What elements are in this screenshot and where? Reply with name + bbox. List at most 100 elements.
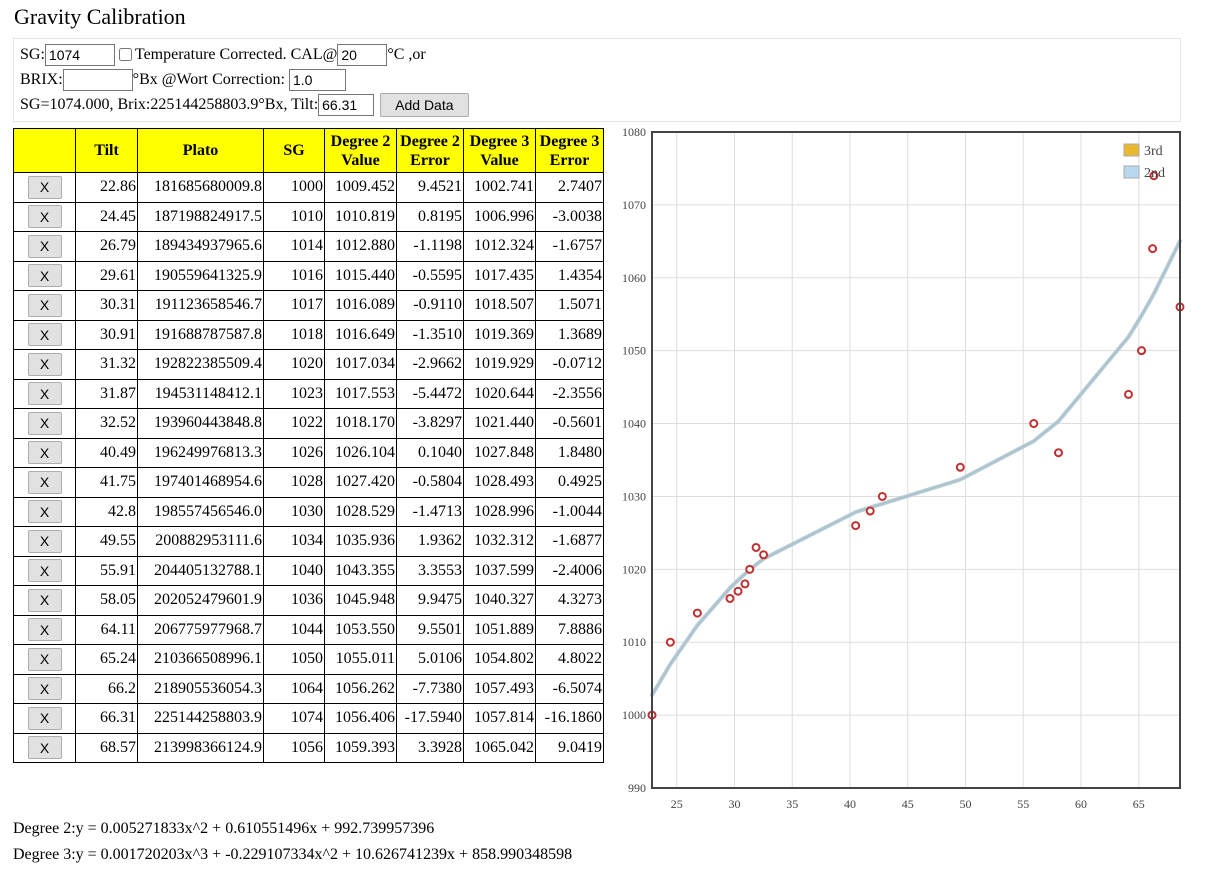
data-point	[740, 579, 750, 589]
calibration-table: Tilt Plato SG Degree 2 Value Degree 2 Er…	[13, 128, 604, 763]
wort-correction-input[interactable]	[288, 68, 346, 91]
remove-cell: X	[13, 260, 76, 291]
y-tick-label: 990	[628, 781, 646, 795]
cell-degree2-value: 1016.089	[324, 290, 397, 321]
cell-tilt: 58.05	[75, 585, 138, 616]
remove-row-button[interactable]: X	[27, 559, 62, 583]
remove-row-button[interactable]: X	[27, 264, 62, 288]
cell-plato: 192822385509.4	[137, 349, 264, 380]
x-tick-label: 60	[1075, 797, 1087, 811]
cell-plato: 200882953111.6	[137, 526, 264, 557]
sg-row: SG: Temperature Corrected. CAL@ °C ,or	[20, 42, 1180, 67]
cell-plato: 194531148412.1	[137, 378, 264, 409]
cell-plato: 187198824917.5	[137, 201, 264, 232]
remove-row-button[interactable]: X	[27, 175, 62, 199]
cell-sg: 1028	[263, 467, 325, 498]
cell-degree3-error: -16.1860	[535, 703, 604, 734]
cell-degree3-error: 0.4925	[535, 467, 604, 498]
page-title: Gravity Calibration	[14, 4, 186, 29]
cell-tilt: 68.57	[75, 732, 138, 763]
cell-plato: 197401468954.6	[137, 467, 264, 498]
plot-area	[652, 132, 1180, 788]
legend-label: 3rd	[1144, 144, 1163, 159]
cell-sg: 1018	[263, 319, 325, 350]
data-point	[759, 550, 769, 560]
brix-input[interactable]	[62, 68, 133, 91]
cell-degree3-error: -2.3556	[535, 378, 604, 409]
cell-sg: 1014	[263, 231, 325, 262]
remove-row-button[interactable]: X	[27, 441, 62, 465]
remove-row-button[interactable]: X	[27, 677, 62, 701]
cell-degree2-value: 1043.355	[324, 555, 397, 586]
remove-row-button[interactable]: X	[27, 234, 62, 258]
data-point	[745, 564, 755, 574]
remove-row-button[interactable]: X	[27, 411, 62, 435]
table-row: X 26.79 189434937965.6 1014 1012.880 -1.1198 1…	[13, 231, 604, 262]
temperature-unit: °C ,or	[387, 45, 426, 63]
cell-degree2-error: -1.4713	[396, 496, 464, 527]
cell-degree3-value: 1012.324	[463, 231, 536, 262]
cell-sg: 1030	[263, 496, 325, 527]
remove-row-button[interactable]: X	[27, 736, 62, 760]
remove-row-button[interactable]: X	[27, 470, 62, 494]
remove-row-button[interactable]: X	[27, 293, 62, 317]
data-point	[1148, 244, 1158, 254]
y-tick-label: 1000	[622, 708, 646, 722]
data-point	[1137, 346, 1147, 356]
cell-degree2-value: 1035.936	[324, 526, 397, 557]
header-degree2-value: Degree 2 Value	[324, 128, 397, 173]
cell-degree2-error: -0.5595	[396, 260, 464, 291]
cell-degree3-value: 1037.599	[463, 555, 536, 586]
cell-tilt: 65.24	[75, 644, 138, 675]
cell-degree2-value: 1012.880	[324, 231, 397, 262]
remove-row-button[interactable]: X	[27, 618, 62, 642]
calibration-temp-input[interactable]	[337, 43, 388, 66]
cell-degree3-error: 9.0419	[535, 732, 604, 763]
remove-row-button[interactable]: X	[27, 706, 62, 730]
cell-tilt: 31.32	[75, 349, 138, 380]
cell-sg: 1050	[263, 644, 325, 675]
table-row: X 24.45 187198824917.5 1010 1010.819 0.8195 10…	[13, 201, 604, 232]
cell-sg: 1034	[263, 526, 325, 557]
legend-swatch	[1123, 165, 1140, 179]
data-point	[955, 462, 965, 472]
cell-degree3-error: -1.6757	[535, 231, 604, 262]
data-point	[751, 542, 761, 552]
temperature-corrected-checkbox[interactable]	[118, 48, 132, 61]
cell-tilt: 32.52	[75, 408, 138, 439]
cell-sg: 1040	[263, 555, 325, 586]
sg-input[interactable]	[44, 43, 115, 66]
remove-row-button[interactable]: X	[27, 205, 62, 229]
cell-degree3-error: -3.0038	[535, 201, 604, 232]
header-degree3-error: Degree 3 Error	[535, 128, 604, 173]
remove-row-button[interactable]: X	[27, 382, 62, 406]
tilt-input[interactable]	[318, 93, 375, 116]
remove-row-button[interactable]: X	[27, 352, 62, 376]
remove-row-button[interactable]: X	[27, 529, 62, 553]
cell-degree3-error: 4.8022	[535, 644, 604, 675]
table-row: X 55.91 204405132788.1 1040 1043.355 3.3553 10…	[13, 555, 604, 586]
table-row: X 31.87 194531148412.1 1023 1017.553 -5.4472 1…	[13, 378, 604, 409]
cell-sg: 1020	[263, 349, 325, 380]
remove-row-button[interactable]: X	[27, 323, 62, 347]
table-row: X 58.05 202052479601.9 1036 1045.948 9.9475 10…	[13, 585, 604, 616]
cell-degree3-error: -1.0044	[535, 496, 604, 527]
cell-plato: 181685680009.8	[137, 172, 264, 203]
table-header-row: Tilt Plato SG Degree 2 Value Degree 2 Er…	[13, 128, 604, 173]
x-tick-label: 40	[844, 797, 856, 811]
cell-plato: 204405132788.1	[137, 555, 264, 586]
remove-row-button[interactable]: X	[27, 500, 62, 524]
cell-tilt: 66.31	[75, 703, 138, 734]
cell-degree2-error: -5.4472	[396, 378, 464, 409]
add-data-button[interactable]: Add Data	[380, 92, 469, 117]
cell-plato: 190559641325.9	[137, 260, 264, 291]
cell-sg: 1023	[263, 378, 325, 409]
cell-sg: 1022	[263, 408, 325, 439]
table-row: X 40.49 196249976813.3 1026 1026.104 0.1040 10…	[13, 437, 604, 468]
degree3-equation: Degree 3:y = 0.001720203x^3 + -0.2291073…	[13, 846, 573, 863]
x-tick-label: 25	[671, 797, 683, 811]
cell-degree3-value: 1017.435	[463, 260, 536, 291]
remove-row-button[interactable]: X	[27, 588, 62, 612]
remove-cell: X	[13, 290, 76, 321]
remove-row-button[interactable]: X	[27, 647, 62, 671]
